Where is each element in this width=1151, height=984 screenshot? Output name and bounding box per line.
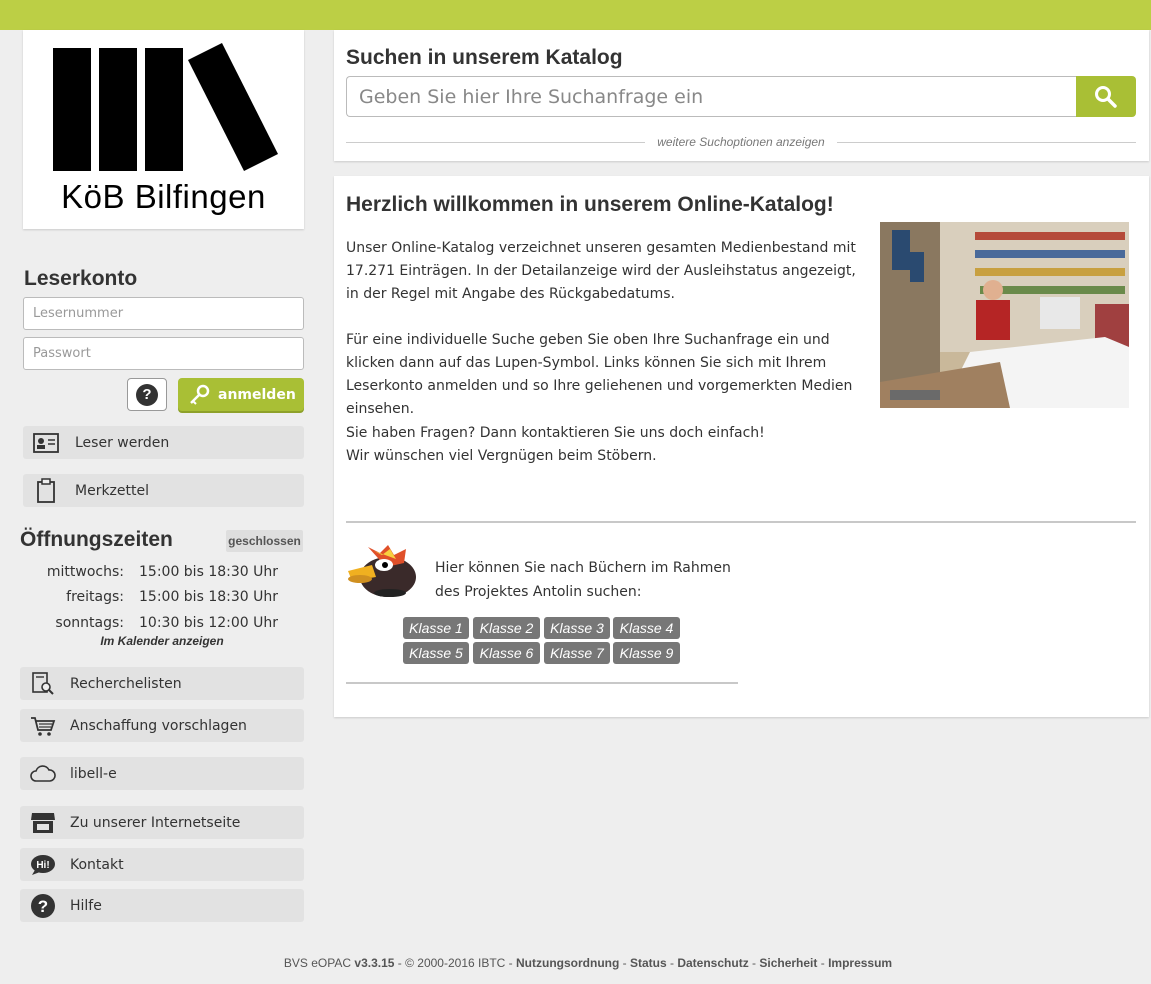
- antolin-class-button[interactable]: Klasse 7: [544, 642, 610, 664]
- chat-bubble-icon: Hi!: [30, 852, 56, 878]
- welcome-paragraph: Sie haben Fragen? Dann kontaktieren Sie …: [346, 425, 765, 441]
- password-input[interactable]: [23, 337, 304, 370]
- opening-hours-heading: Öffnungszeiten: [20, 528, 173, 551]
- library-logo[interactable]: KöB Bilfingen: [23, 30, 304, 229]
- divider: [346, 521, 1136, 523]
- more-search-options-label: weitere Suchoptionen anzeigen: [657, 135, 825, 149]
- antolin-class-button[interactable]: Klasse 5: [403, 642, 469, 664]
- search-button[interactable]: [1076, 76, 1136, 117]
- hours-day: freitags:: [66, 589, 124, 605]
- antolin-text-line: Hier können Sie nach Büchern im Rahmen: [435, 560, 731, 576]
- calendar-link[interactable]: Im Kalender anzeigen: [20, 634, 304, 648]
- login-help-button[interactable]: ?: [127, 378, 167, 411]
- antolin-class-button[interactable]: Klasse 9: [613, 642, 680, 664]
- svg-text:Hi!: Hi!: [36, 860, 49, 871]
- notepad-button[interactable]: Merkzettel: [23, 474, 304, 507]
- welcome-panel: Herzlich willkommen in unserem Online-Ka…: [334, 176, 1149, 717]
- hours-row: sonntags: 10:30 bis 12:00 Uhr: [20, 615, 304, 631]
- footer-copyright: - © 2000-2016 IBTC -: [394, 956, 516, 970]
- research-lists-button[interactable]: Recherchelisten: [20, 667, 304, 700]
- id-card-icon: [33, 430, 59, 456]
- footer-link-privacy[interactable]: Datenschutz: [677, 956, 748, 970]
- logo-text: KöB Bilfingen: [61, 178, 266, 215]
- library-photo: [880, 222, 1129, 408]
- hours-status-badge: geschlossen: [226, 530, 303, 552]
- search-panel: Suchen in unserem Katalog weitere Suchop…: [334, 30, 1149, 161]
- question-icon: ?: [136, 383, 158, 406]
- more-search-options[interactable]: weitere Suchoptionen anzeigen: [346, 134, 1136, 150]
- antolin-text-line: des Projektes Antolin suchen:: [435, 584, 642, 600]
- list-search-icon: [30, 671, 56, 697]
- storefront-icon: [30, 810, 56, 836]
- website-label: Zu unserer Internetseite: [70, 814, 241, 831]
- cloud-icon: [30, 761, 56, 787]
- key-icon: [190, 384, 210, 405]
- suggest-purchase-button[interactable]: Anschaffung vorschlagen: [20, 709, 304, 742]
- footer-link-imprint[interactable]: Impressum: [828, 956, 892, 970]
- hours-row: freitags: 15:00 bis 18:30 Uhr: [20, 589, 304, 605]
- divider: [346, 141, 646, 143]
- antolin-class-button[interactable]: Klasse 3: [544, 617, 610, 639]
- search-title: Suchen in unserem Katalog: [346, 46, 623, 69]
- suggest-purchase-label: Anschaffung vorschlagen: [70, 717, 247, 734]
- footer-link-terms[interactable]: Nutzungsordnung: [516, 956, 619, 970]
- footer-prefix: BVS eOPAC: [283, 956, 355, 970]
- help-label: Hilfe: [70, 897, 102, 914]
- notepad-label: Merkzettel: [75, 482, 149, 499]
- libell-e-button[interactable]: libell-e: [20, 757, 304, 790]
- antolin-class-button[interactable]: Klasse 6: [473, 642, 540, 664]
- clipboard-icon: [33, 477, 59, 504]
- reader-number-input[interactable]: [23, 297, 304, 330]
- divider: [836, 141, 1136, 143]
- search-icon: [1095, 85, 1117, 108]
- become-reader-label: Leser werden: [75, 434, 170, 451]
- hours-day: sonntags:: [55, 615, 124, 631]
- welcome-paragraph: Wir wünschen viel Vergnügen beim Stöbern…: [346, 448, 657, 464]
- hours-time: 15:00 bis 18:30 Uhr: [139, 564, 278, 580]
- welcome-title: Herzlich willkommen in unserem Online-Ka…: [346, 193, 834, 216]
- help-button[interactable]: ? Hilfe: [20, 889, 304, 922]
- website-button[interactable]: Zu unserer Internetseite: [20, 806, 304, 839]
- antolin-class-button[interactable]: Klasse 4: [613, 617, 680, 639]
- shopping-cart-icon: [30, 713, 56, 739]
- antolin-mascot: [346, 543, 420, 601]
- divider: [346, 682, 738, 684]
- books-logo-graphic: [53, 43, 278, 171]
- welcome-paragraph: Für eine individuelle Suche geben Sie ob…: [346, 332, 853, 417]
- hours-time: 15:00 bis 18:30 Uhr: [139, 589, 278, 605]
- footer-link-security[interactable]: Sicherheit: [759, 956, 817, 970]
- hours-day: mittwochs:: [46, 564, 124, 580]
- antolin-class-button[interactable]: Klasse 2: [473, 617, 540, 639]
- catalog-search-input[interactable]: [346, 76, 1077, 117]
- antolin-description: Hier können Sie nach Büchern im Rahmen d…: [435, 556, 755, 604]
- login-button[interactable]: anmelden: [178, 378, 304, 411]
- footer: BVS eOPAC v3.3.15 - © 2000-2016 IBTC - N…: [283, 956, 893, 970]
- research-lists-label: Recherchelisten: [70, 675, 182, 692]
- footer-version: v3.3.15: [354, 956, 395, 970]
- footer-link-status[interactable]: Status: [630, 956, 667, 970]
- antolin-class-button[interactable]: Klasse 1: [403, 617, 469, 639]
- hours-row: mittwochs: 15:00 bis 18:30 Uhr: [20, 564, 304, 580]
- login-label: anmelden: [218, 386, 296, 403]
- contact-label: Kontakt: [70, 856, 124, 873]
- become-reader-button[interactable]: Leser werden: [23, 426, 304, 459]
- libell-e-label: libell-e: [70, 765, 117, 782]
- hours-time: 10:30 bis 12:00 Uhr: [139, 615, 278, 631]
- welcome-paragraph: Unser Online-Katalog verzeichnet unseren…: [346, 240, 856, 302]
- contact-button[interactable]: Hi! Kontakt: [20, 848, 304, 881]
- svg-text:?: ?: [38, 897, 48, 916]
- help-circle-icon: ?: [30, 893, 56, 919]
- top-accent-bar: [0, 0, 1151, 30]
- account-heading: Leserkonto: [24, 267, 138, 290]
